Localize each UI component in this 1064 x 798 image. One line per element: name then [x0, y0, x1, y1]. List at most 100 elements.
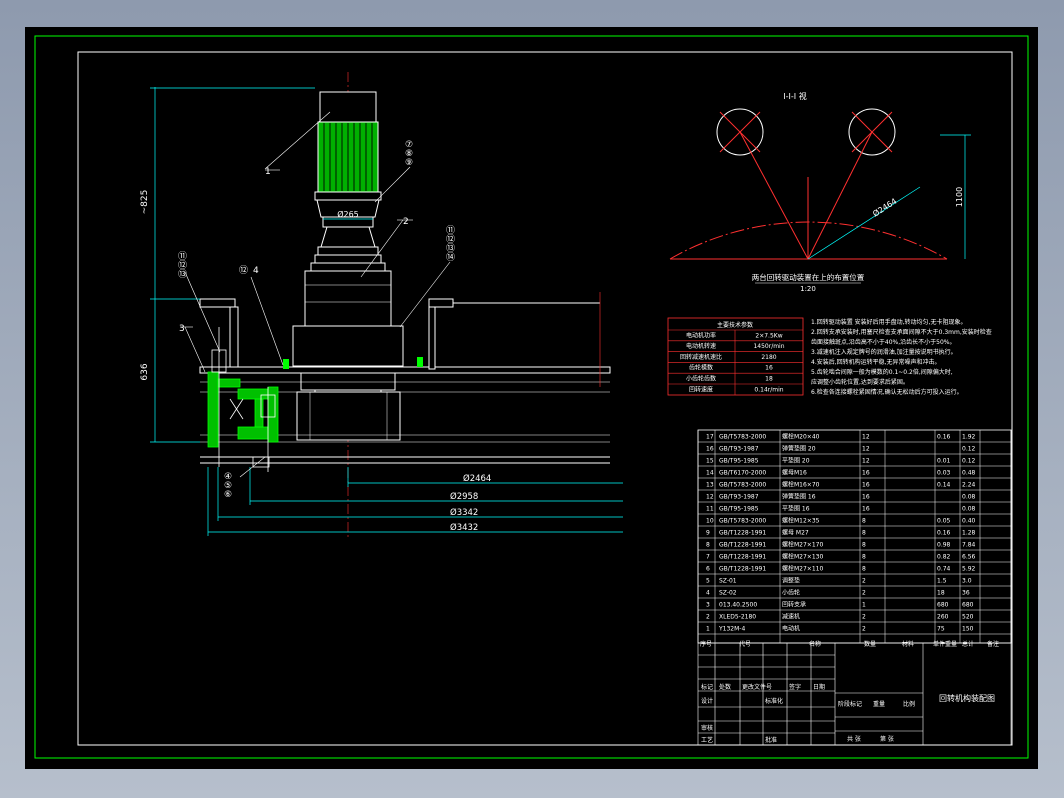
tb-label-scale: 比例 [903, 700, 915, 708]
parts-cell: 2 [862, 578, 866, 585]
leader-left-3: ⑬ [178, 269, 187, 280]
parts-cell: GB/T93-1987 [719, 494, 759, 501]
parts-cell: 520 [962, 614, 974, 621]
detail-caption: 两台回转驱动装置在上的布置位置 [752, 272, 865, 282]
leader-mid: ⑫ [239, 265, 248, 276]
vertical-dimensions [150, 87, 315, 443]
drawing-name: 回转机构装配图 [939, 693, 995, 703]
parts-cell: 13 [706, 482, 714, 489]
parts-header-cell: 材料 [902, 640, 914, 648]
parts-cell: 调整垫 [782, 577, 800, 585]
tb-label-process: 工艺 [701, 736, 713, 744]
tb-label-total: 共 张 [847, 735, 861, 743]
tech-row-label: 电动机转速 [686, 342, 716, 350]
tech-table-header: 主要技术参数 [717, 321, 753, 329]
cad-drawing: ~825 636 Ø265 Ø2464 Ø2958 Ø3342 Ø3432 1 … [34, 35, 1029, 759]
leader-rm-4: ⑭ [446, 252, 455, 263]
parts-cell: 15 [706, 458, 714, 465]
dim-d2464: Ø2464 [463, 473, 491, 484]
parts-cell: 12 [706, 494, 714, 501]
parts-cell: 16 [862, 494, 870, 501]
tech-row-value: 1450r/min [753, 343, 784, 350]
parts-cell: 1.28 [962, 530, 976, 537]
parts-cell: GB/T5783-2000 [719, 434, 766, 441]
tech-row-label: 回转速度 [689, 385, 713, 393]
parts-cell: 8 [706, 542, 710, 549]
parts-cell: GB/T93-1987 [719, 446, 759, 453]
parts-header-cell: 单件重量 [933, 640, 957, 648]
tb-label-std: 标准化 [765, 697, 783, 705]
parts-cell: 7 [706, 554, 710, 561]
leader-bottom-3: ⑥ [224, 490, 232, 500]
parts-cell: 0.14 [937, 482, 951, 489]
parts-cell: GB/T1228-1991 [719, 530, 766, 537]
parts-cell: 36 [962, 590, 970, 597]
parts-cell: 680 [962, 602, 974, 609]
parts-cell: 16 [862, 506, 870, 513]
parts-cell: 3 [706, 602, 710, 609]
tb-label-design: 设计 [701, 697, 713, 705]
parts-cell: 螺母 M27 [782, 529, 809, 537]
parts-cell: 9 [706, 530, 710, 537]
tb-label-count: 处数 [719, 683, 731, 691]
parts-cell: 7.84 [962, 542, 976, 549]
tech-row-value: 16 [765, 365, 773, 372]
part-label-1: 1 [265, 167, 271, 177]
note-line: 2.回转支承安装时,用塞尺检查支承面间隙不大于0.3mm,安装时检查 [811, 328, 992, 336]
dim-height-lower: 636 [140, 363, 150, 380]
parts-cell: 0.03 [937, 470, 951, 477]
parts-cell: 8 [862, 530, 866, 537]
parts-cell: 680 [937, 602, 949, 609]
drawing-sheet: ~825 636 Ø265 Ø2464 Ø2958 Ø3342 Ø3432 1 … [25, 27, 1038, 769]
part-label-2: 2 [403, 217, 409, 227]
note-line: 齿面接触斑点,沿齿高不小于40%,沿齿长不小于50%。 [811, 338, 956, 346]
parts-cell: Y132M-4 [718, 626, 745, 633]
parts-cell: 螺栓M20×40 [782, 433, 820, 441]
parts-cell: 14 [706, 470, 714, 477]
parts-cell: GB/T95-1985 [719, 458, 759, 465]
tb-label-sign: 签字 [789, 683, 801, 691]
tb-label-review: 审核 [701, 724, 713, 732]
parts-cell: 0.12 [962, 446, 976, 453]
tech-row-value: 18 [765, 376, 773, 383]
parts-cell: 75 [937, 626, 945, 633]
tech-row-label: 电动机功率 [686, 331, 716, 339]
parts-cell: 4 [706, 590, 710, 597]
parts-cell: 螺栓M27×170 [782, 541, 823, 549]
parts-cell: 平垫圈 16 [782, 505, 810, 513]
parts-cell: 螺栓M16×70 [782, 481, 820, 489]
tb-label-mark: 标记 [701, 683, 713, 691]
parts-cell: 17 [706, 434, 714, 441]
parts-cell: 0.01 [937, 458, 951, 465]
parts-cell: 平垫圈 20 [782, 457, 810, 465]
parts-cell: 1 [862, 602, 866, 609]
outer-border [34, 35, 1029, 759]
parts-cell: 弹簧垫圈 16 [782, 493, 816, 501]
diameter-dimensions [207, 467, 623, 536]
parts-cell: 1 [706, 626, 710, 633]
part-label-4: 4 [253, 266, 259, 276]
dim-d2958: Ø2958 [450, 491, 478, 502]
parts-cell: SZ-01 [719, 578, 737, 585]
parts-cell: 12 [862, 434, 870, 441]
parts-cell: 5 [706, 578, 710, 585]
parts-cell: 5.92 [962, 566, 976, 573]
parts-cell: XLED5-2180 [719, 614, 756, 621]
parts-cell: 2.24 [962, 482, 976, 489]
parts-cell: 16 [862, 470, 870, 477]
note-line: 5.齿轮啮合间隙一般为模数的0.1~0.2倍,间隙偏大时, [811, 368, 953, 376]
note-line: 应调整小齿轮位置,达到要求后紧固。 [811, 378, 909, 386]
detail-dim-height: 1100 [955, 187, 964, 207]
parts-cell: 2 [862, 590, 866, 597]
assembly-view: ~825 636 Ø265 Ø2464 Ø2958 Ø3342 Ø3432 1 … [140, 72, 623, 537]
parts-cell: 8 [862, 518, 866, 525]
tb-label-doc: 更改文件号 [742, 683, 772, 691]
parts-header-cell: 数量 [864, 640, 876, 648]
parts-cell: GB/T95-1985 [719, 506, 759, 513]
parts-cell: 260 [937, 614, 949, 621]
note-line: 3.减速机注入规定牌号的润滑油,加注量按说明书执行。 [811, 348, 957, 356]
dim-height-top: ~825 [140, 190, 150, 215]
parts-cell: 0.48 [962, 470, 976, 477]
parts-cell: 11 [706, 506, 714, 513]
parts-cell: 10 [706, 518, 714, 525]
